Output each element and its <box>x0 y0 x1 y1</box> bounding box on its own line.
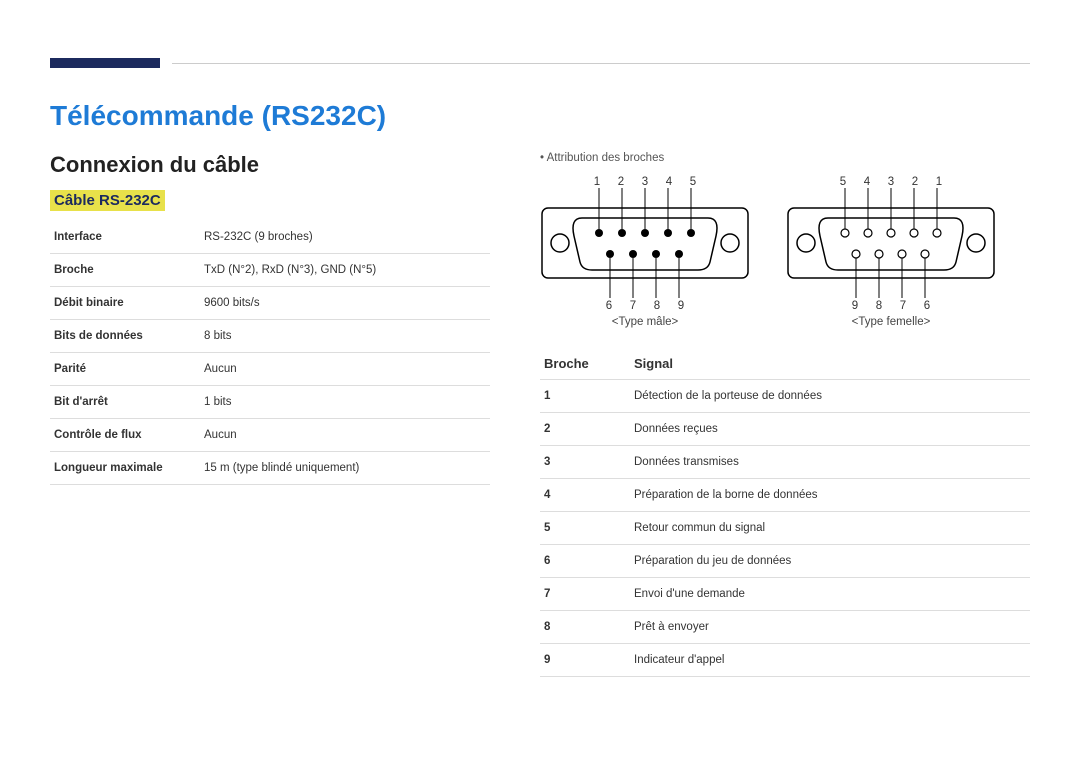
connector-diagrams: 1 2 3 4 5 <box>540 176 1030 328</box>
pin-number: 9 <box>850 300 860 312</box>
pin-number: 6 <box>604 300 614 312</box>
pin-number: 3 <box>640 176 650 188</box>
pin-number-cell: 5 <box>540 512 630 545</box>
female-connector-block: 5 4 3 2 1 <box>786 176 996 328</box>
pin-number: 8 <box>652 300 662 312</box>
pin-number-cell: 3 <box>540 446 630 479</box>
signal-cell: Retour commun du signal <box>630 512 1030 545</box>
spec-label: Broche <box>50 254 200 287</box>
table-row: InterfaceRS-232C (9 broches) <box>50 221 490 254</box>
pin-number-cell: 1 <box>540 380 630 413</box>
table-row: 1Détection de la porteuse de données <box>540 380 1030 413</box>
pin-number: 2 <box>910 176 920 188</box>
pin-number-cell: 2 <box>540 413 630 446</box>
cable-highlight-title: Câble RS-232C <box>50 190 165 211</box>
db9-male-icon <box>540 188 750 298</box>
header-accent-bar <box>50 58 160 68</box>
page-title: Télécommande (RS232C) <box>50 100 1030 132</box>
spec-value: TxD (N°2), RxD (N°3), GND (N°5) <box>200 254 490 287</box>
signal-cell: Prêt à envoyer <box>630 611 1030 644</box>
table-row: 2Données reçues <box>540 413 1030 446</box>
table-row: 6Préparation du jeu de données <box>540 545 1030 578</box>
pin-number: 4 <box>664 176 674 188</box>
table-row: 5Retour commun du signal <box>540 512 1030 545</box>
pin-number: 1 <box>592 176 602 188</box>
left-column: Connexion du câble Câble RS-232C Interfa… <box>50 152 490 677</box>
table-row: BrocheTxD (N°2), RxD (N°3), GND (N°5) <box>50 254 490 287</box>
male-bottom-pin-numbers: 6 7 8 9 <box>604 300 686 312</box>
spec-label: Parité <box>50 353 200 386</box>
db9-female-icon <box>786 188 996 298</box>
female-bottom-pin-numbers: 9 8 7 6 <box>850 300 932 312</box>
male-connector-block: 1 2 3 4 5 <box>540 176 750 328</box>
table-row: 7Envoi d'une demande <box>540 578 1030 611</box>
pin-number-cell: 4 <box>540 479 630 512</box>
signal-cell: Préparation de la borne de données <box>630 479 1030 512</box>
female-top-pin-numbers: 5 4 3 2 1 <box>838 176 944 188</box>
spec-value: 15 m (type blindé uniquement) <box>200 452 490 485</box>
spec-label: Interface <box>50 221 200 254</box>
signal-header: Signal <box>630 348 1030 380</box>
female-connector-label: <Type femelle> <box>852 316 931 328</box>
pin-header: Broche <box>540 348 630 380</box>
table-row: 9Indicateur d'appel <box>540 644 1030 677</box>
pin-number: 9 <box>676 300 686 312</box>
pin-number-cell: 6 <box>540 545 630 578</box>
table-row: Contrôle de fluxAucun <box>50 419 490 452</box>
pin-number: 5 <box>688 176 698 188</box>
signal-cell: Préparation du jeu de données <box>630 545 1030 578</box>
spec-value: RS-232C (9 broches) <box>200 221 490 254</box>
signal-cell: Données reçues <box>630 413 1030 446</box>
right-column: Attribution des broches 1 2 3 4 5 <box>540 152 1030 677</box>
spec-value: 1 bits <box>200 386 490 419</box>
signal-cell: Indicateur d'appel <box>630 644 1030 677</box>
pin-number: 3 <box>886 176 896 188</box>
header-rule <box>172 63 1030 64</box>
spec-value: Aucun <box>200 353 490 386</box>
pin-number: 6 <box>922 300 932 312</box>
spec-label: Bit d'arrêt <box>50 386 200 419</box>
pin-number: 4 <box>862 176 872 188</box>
table-row: ParitéAucun <box>50 353 490 386</box>
signal-cell: Envoi d'une demande <box>630 578 1030 611</box>
section-subheading: Connexion du câble <box>50 152 490 178</box>
pin-signal-table: Broche Signal 1Détection de la porteuse … <box>540 348 1030 677</box>
spec-label: Longueur maximale <box>50 452 200 485</box>
table-row: Bits de données8 bits <box>50 320 490 353</box>
pin-number: 7 <box>628 300 638 312</box>
spec-value: Aucun <box>200 419 490 452</box>
pin-number: 1 <box>934 176 944 188</box>
table-row: Longueur maximale15 m (type blindé uniqu… <box>50 452 490 485</box>
spec-value: 8 bits <box>200 320 490 353</box>
table-row: Débit binaire9600 bits/s <box>50 287 490 320</box>
signal-cell: Données transmises <box>630 446 1030 479</box>
pin-number-cell: 8 <box>540 611 630 644</box>
pin-number: 5 <box>838 176 848 188</box>
table-row: Bit d'arrêt1 bits <box>50 386 490 419</box>
spec-label: Contrôle de flux <box>50 419 200 452</box>
male-top-pin-numbers: 1 2 3 4 5 <box>592 176 698 188</box>
spec-label: Bits de données <box>50 320 200 353</box>
pin-number-cell: 9 <box>540 644 630 677</box>
document-page: Télécommande (RS232C) Connexion du câble… <box>0 0 1080 697</box>
male-connector-label: <Type mâle> <box>612 316 678 328</box>
table-row: 3Données transmises <box>540 446 1030 479</box>
specs-table: InterfaceRS-232C (9 broches) BrocheTxD (… <box>50 221 490 485</box>
pin-number: 7 <box>898 300 908 312</box>
spec-label: Débit binaire <box>50 287 200 320</box>
signal-cell: Détection de la porteuse de données <box>630 380 1030 413</box>
table-row: 4Préparation de la borne de données <box>540 479 1030 512</box>
pin-number: 8 <box>874 300 884 312</box>
content-columns: Connexion du câble Câble RS-232C Interfa… <box>50 152 1030 677</box>
pin-assignment-bullet: Attribution des broches <box>540 152 1030 164</box>
pin-number-cell: 7 <box>540 578 630 611</box>
pin-number: 2 <box>616 176 626 188</box>
table-row: 8Prêt à envoyer <box>540 611 1030 644</box>
spec-value: 9600 bits/s <box>200 287 490 320</box>
